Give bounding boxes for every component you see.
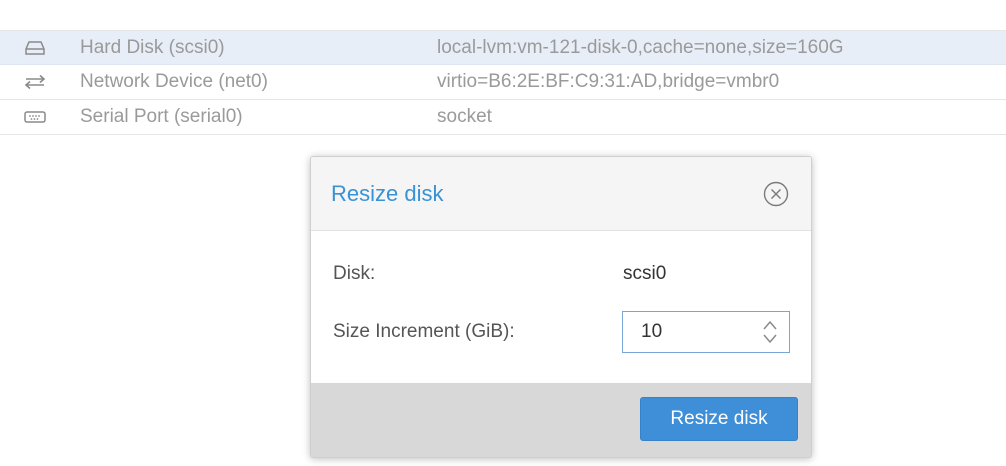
network-device-icon	[23, 72, 47, 92]
spinner-arrows-icon[interactable]	[761, 318, 779, 346]
disk-label: Disk:	[333, 263, 376, 284]
disk-value: scsi0	[623, 263, 667, 284]
dialog-header: Resize disk	[311, 157, 811, 231]
hardware-row-name: Hard Disk (scsi0)	[80, 36, 225, 58]
hardware-row-name: Network Device (net0)	[80, 71, 268, 92]
dialog-title: Resize disk	[331, 181, 444, 206]
dialog-body: Disk: scsi0 Size Increment (GiB):	[311, 231, 811, 383]
table-top-strip	[0, 0, 1006, 22]
resize-disk-button[interactable]: Resize disk	[640, 397, 798, 441]
size-increment-label: Size Increment (GiB):	[333, 321, 515, 342]
hardware-row-name: Serial Port (serial0)	[80, 106, 243, 127]
hardware-row-network-device[interactable]: Network Device (net0) virtio=B6:2E:BF:C9…	[0, 65, 1006, 100]
size-increment-stepper[interactable]	[622, 311, 790, 353]
hardware-row-hard-disk[interactable]: Hard Disk (scsi0) local-lvm:vm-121-disk-…	[0, 30, 1006, 65]
resize-disk-dialog: Resize disk Disk: scsi0 Size Increment (…	[310, 156, 812, 458]
hard-disk-icon	[23, 38, 47, 58]
serial-port-icon	[23, 107, 47, 127]
hardware-row-value: virtio=B6:2E:BF:C9:31:AD,bridge=vmbr0	[437, 71, 780, 92]
hardware-row-value: local-lvm:vm-121-disk-0,cache=none,size=…	[437, 36, 844, 58]
close-icon[interactable]	[762, 180, 790, 208]
size-increment-input[interactable]	[641, 321, 751, 343]
hardware-row-serial-port[interactable]: Serial Port (serial0) socket	[0, 100, 1006, 135]
dialog-footer: Resize disk	[311, 383, 811, 457]
hardware-row-value: socket	[437, 106, 492, 127]
